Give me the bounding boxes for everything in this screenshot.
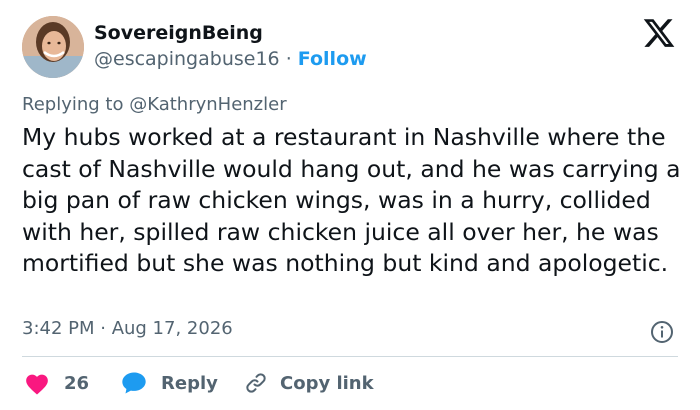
replying-to-mention[interactable]: @KathrynHenzler xyxy=(129,94,286,115)
tweet-timestamp[interactable]: 3:42 PM · Aug 17, 2026 xyxy=(22,318,233,339)
divider xyxy=(22,356,678,357)
author-handle[interactable]: @escapingabuse16 xyxy=(94,48,280,70)
handle-separator: · xyxy=(285,48,292,70)
avatar[interactable] xyxy=(22,16,84,78)
reply-button[interactable]: Reply xyxy=(120,368,218,398)
like-button[interactable]: 26 xyxy=(24,368,89,398)
action-bar: 26 Reply Copy link xyxy=(22,368,682,398)
author-display-name[interactable]: SovereignBeing xyxy=(94,22,263,44)
replying-to-prefix: Replying to xyxy=(22,94,124,115)
tweet-text: My hubs worked at a restaurant in Nashvi… xyxy=(22,123,681,277)
info-icon[interactable] xyxy=(650,320,674,344)
like-count: 26 xyxy=(64,372,90,394)
speech-bubble-icon xyxy=(120,370,148,396)
link-icon xyxy=(244,371,268,395)
follow-button[interactable]: Follow xyxy=(298,48,367,70)
reply-label: Reply xyxy=(161,372,218,394)
copy-link-button[interactable]: Copy link xyxy=(244,368,374,398)
tweet-card: SovereignBeing @escapingabuse16 · Follow… xyxy=(0,0,700,410)
replying-to-line: Replying to @KathrynHenzler xyxy=(22,94,287,115)
copy-link-label: Copy link xyxy=(280,372,374,394)
heart-icon xyxy=(24,371,50,395)
author-handle-row: @escapingabuse16 · Follow xyxy=(94,48,367,70)
x-logo-icon[interactable] xyxy=(642,16,676,50)
